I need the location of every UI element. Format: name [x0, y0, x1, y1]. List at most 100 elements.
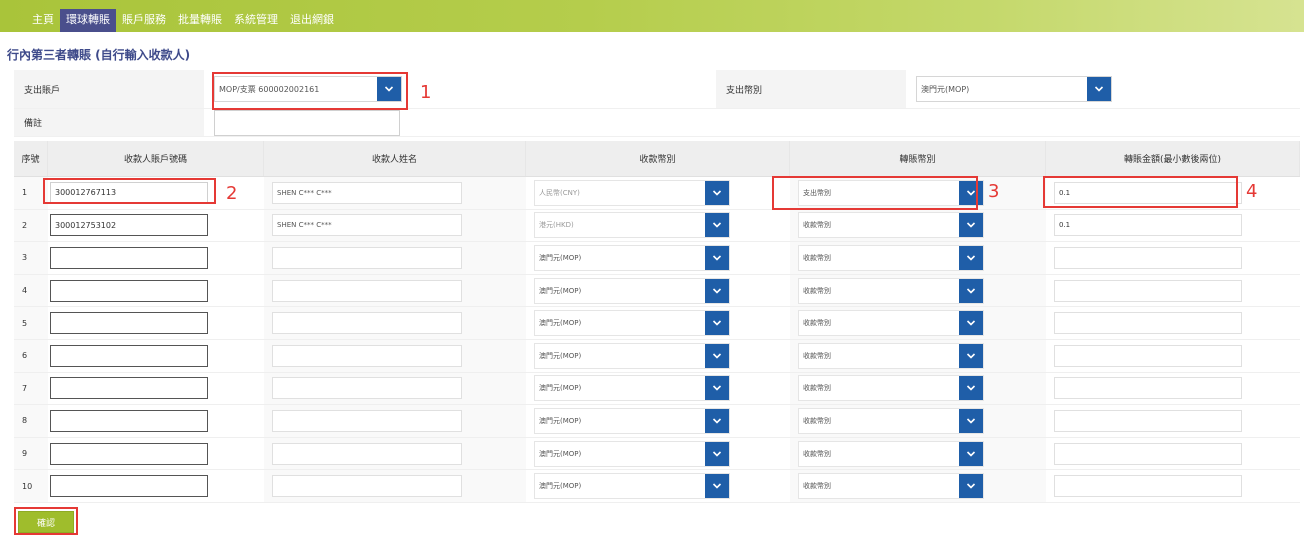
- row-index: 10: [14, 470, 48, 502]
- payee-currency-value: 澳門元(MOP): [539, 384, 582, 393]
- nav-account-services[interactable]: 賬戶服務: [116, 9, 172, 32]
- payee-currency-select[interactable]: 人民幣(CNY): [534, 179, 730, 206]
- payee-account-input[interactable]: [50, 409, 208, 432]
- amount-cell: [1046, 307, 1300, 339]
- payee-account-input[interactable]: [50, 312, 208, 335]
- payee-name-field: [272, 409, 462, 432]
- transfer-currency-select[interactable]: 收款幣別: [798, 375, 984, 402]
- transfer-currency-select[interactable]: 收款幣別: [798, 440, 984, 467]
- transfer-amount-input[interactable]: [1054, 475, 1242, 498]
- debit-currency-select[interactable]: 澳門元(MOP): [916, 76, 1112, 102]
- highlight-box-1: [212, 72, 408, 110]
- chevron-down-icon[interactable]: [959, 311, 983, 336]
- nav-logout[interactable]: 退出網銀: [284, 9, 340, 32]
- payee-currency-value: 澳門元(MOP): [539, 482, 582, 491]
- transfer-amount-input[interactable]: 0.1: [1054, 214, 1242, 237]
- name-cell: [264, 437, 526, 470]
- payee-currency-value: 澳門元(MOP): [539, 319, 582, 328]
- payee-account-input[interactable]: [50, 279, 208, 302]
- amount-cell: [1046, 470, 1300, 502]
- debit-currency-value: 澳門元(MOP): [921, 84, 970, 94]
- amount-cell: [1046, 340, 1300, 372]
- annotation-marker-4: 4: [1246, 181, 1258, 202]
- payee-account-input[interactable]: [50, 344, 208, 367]
- row-index: 3: [14, 242, 48, 274]
- name-cell: [264, 242, 526, 274]
- transfer-currency-select[interactable]: 收款幣別: [798, 244, 984, 271]
- payee-currency-value: 港元(HKD): [539, 221, 574, 230]
- highlight-box-3: [772, 176, 978, 210]
- payee-account-input[interactable]: [50, 377, 208, 400]
- payee-currency-select[interactable]: 澳門元(MOP): [534, 407, 730, 434]
- highlight-box-4: [1043, 176, 1238, 208]
- payee-currency-value: 澳門元(MOP): [539, 253, 582, 262]
- payee-currency-value: 澳門元(MOP): [539, 416, 582, 425]
- chevron-down-icon[interactable]: [705, 408, 729, 433]
- payee-currency-select[interactable]: 澳門元(MOP): [534, 440, 730, 467]
- account-cell: [48, 470, 264, 502]
- payee-account-input[interactable]: [50, 246, 208, 269]
- payee-currency-select[interactable]: 澳門元(MOP): [534, 244, 730, 271]
- payee-account-input[interactable]: [50, 442, 208, 465]
- name-cell: [264, 470, 526, 502]
- account-cell: [48, 405, 264, 437]
- payee-currency-select[interactable]: 港元(HKD): [534, 212, 730, 239]
- transfer-amount-input[interactable]: [1054, 246, 1242, 269]
- chevron-down-icon[interactable]: [959, 474, 983, 499]
- name-cell: [264, 405, 526, 437]
- transfer-currency-select[interactable]: 收款幣別: [798, 407, 984, 434]
- chevron-down-icon[interactable]: [705, 311, 729, 336]
- chevron-down-icon[interactable]: [959, 245, 983, 270]
- currency-cell: 澳門元(MOP): [526, 438, 790, 470]
- payee-currency-select[interactable]: 澳門元(MOP): [534, 342, 730, 369]
- nav-system-management[interactable]: 系統管理: [228, 9, 284, 32]
- remark-input[interactable]: [214, 109, 400, 136]
- chevron-down-icon[interactable]: [959, 213, 983, 238]
- chevron-down-icon[interactable]: [705, 376, 729, 401]
- payee-name-field: [272, 312, 462, 335]
- chevron-down-icon[interactable]: [959, 408, 983, 433]
- chevron-down-icon[interactable]: [959, 343, 983, 368]
- nav-batch-transfer[interactable]: 批量轉賬: [172, 9, 228, 32]
- nav-home[interactable]: 主頁: [26, 9, 60, 32]
- transfer-currency-select[interactable]: 收款幣別: [798, 212, 984, 239]
- transfer-amount-input[interactable]: [1054, 312, 1242, 335]
- table-row: 2 300012753102 SHEN C*** C*** 港元(HKD) 收款幣別 0.…: [14, 209, 1300, 243]
- transfer-currency-select[interactable]: 收款幣別: [798, 342, 984, 369]
- currency-cell: 澳門元(MOP): [526, 373, 790, 405]
- transfer-currency-select[interactable]: 收款幣別: [798, 473, 984, 500]
- chevron-down-icon[interactable]: [705, 180, 729, 205]
- transfer-currency-select[interactable]: 收款幣別: [798, 310, 984, 337]
- transfer-amount-input[interactable]: [1054, 279, 1242, 302]
- chevron-down-icon[interactable]: [705, 343, 729, 368]
- account-cell: 300012753102: [48, 210, 264, 242]
- table-body: 1 300012767113 SHEN C*** C*** 人民幣(CNY) 支出幣別 0…: [14, 177, 1300, 503]
- chevron-down-icon[interactable]: [705, 474, 729, 499]
- transfer-amount-input[interactable]: [1054, 377, 1242, 400]
- payee-currency-select[interactable]: 澳門元(MOP): [534, 473, 730, 500]
- chevron-down-icon[interactable]: [705, 245, 729, 270]
- payee-currency-select[interactable]: 澳門元(MOP): [534, 375, 730, 402]
- transfer-currency-value: 收款幣別: [803, 253, 831, 262]
- payee-currency-select[interactable]: 澳門元(MOP): [534, 277, 730, 304]
- transfer-amount-input[interactable]: [1054, 409, 1242, 432]
- transfer-amount-input[interactable]: [1054, 344, 1242, 367]
- payee-account-input[interactable]: [50, 475, 208, 498]
- transfer-currency-select[interactable]: 收款幣別: [798, 277, 984, 304]
- nav-global-transfer[interactable]: 環球轉賬: [60, 9, 116, 32]
- chevron-down-icon[interactable]: [1087, 77, 1111, 101]
- transfer-currency-cell: 收款幣別: [790, 372, 1046, 405]
- payee-currency-select[interactable]: 澳門元(MOP): [534, 310, 730, 337]
- transfer-currency-cell: 收款幣別: [790, 339, 1046, 372]
- payee-account-input[interactable]: 300012753102: [50, 214, 208, 237]
- chevron-down-icon[interactable]: [959, 278, 983, 303]
- chevron-down-icon[interactable]: [959, 376, 983, 401]
- payee-name-field: SHEN C*** C***: [272, 214, 462, 237]
- chevron-down-icon[interactable]: [705, 441, 729, 466]
- chevron-down-icon[interactable]: [705, 213, 729, 238]
- name-cell: [264, 274, 526, 307]
- annotation-marker-2: 2: [226, 183, 238, 204]
- chevron-down-icon[interactable]: [705, 278, 729, 303]
- transfer-amount-input[interactable]: [1054, 442, 1242, 465]
- chevron-down-icon[interactable]: [959, 441, 983, 466]
